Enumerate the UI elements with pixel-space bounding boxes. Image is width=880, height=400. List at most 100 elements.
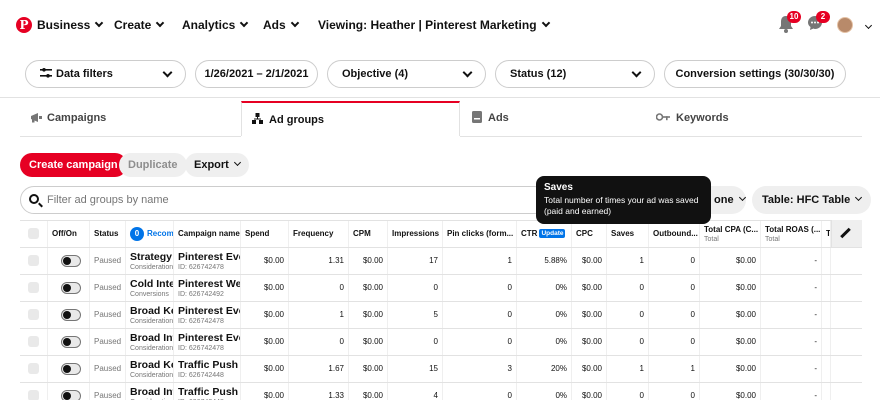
campaign-name-cell[interactable]: Traffic PushID: 626742448 (174, 383, 241, 400)
table-preset-dropdown[interactable]: Table: HFC Table (752, 186, 872, 214)
header-outbound[interactable]: Outbound... (649, 221, 700, 247)
date-range-picker[interactable]: 1/26/2021 – 2/1/2021 (195, 60, 318, 88)
campaign-name[interactable]: Traffic Push (178, 386, 238, 398)
nav-ads[interactable]: Ads (263, 18, 299, 32)
header-total-cpa[interactable]: Total CPA (C... Total (700, 221, 761, 247)
header-saves-label: Saves (611, 229, 635, 238)
table-row[interactable]: Paused Broad Int Consideration Pinterest Ev… (20, 329, 862, 356)
onoff-toggle[interactable] (61, 309, 81, 321)
ad-group-name[interactable]: Broad Ke (130, 305, 173, 317)
campaign-name-cell[interactable]: Pinterest Eve ID: 626742478 (174, 302, 241, 328)
onoff-toggle[interactable] (61, 255, 81, 267)
table-row[interactable]: Paused Broad Ke Consideration Traffic Push I… (20, 356, 862, 383)
row-select-cell (20, 302, 48, 328)
tab-keywords[interactable]: Keywords (655, 101, 862, 136)
export-button[interactable]: Export (185, 153, 249, 177)
create-campaign-button[interactable]: Create campaign (20, 153, 127, 177)
header-onoff[interactable]: Off/On (48, 221, 90, 247)
row-checkbox[interactable] (28, 336, 39, 347)
header-total-roas[interactable]: Total ROAS (... Total (761, 221, 822, 247)
campaign-name-cell[interactable]: Pinterest Eve ID: 626742478 (174, 329, 241, 355)
row-select-cell (20, 275, 48, 301)
campaign-id: ID: 626742492 (178, 291, 224, 298)
campaign-name-cell[interactable]: Pinterest We ID: 626742492 (174, 275, 241, 301)
pinterest-logo-icon[interactable]: P (16, 17, 32, 33)
header-ctr[interactable]: CTR Update (517, 221, 572, 247)
cell-ctr: 0% (517, 329, 572, 355)
campaign-name-cell[interactable]: Pinterest Eve ID: 626742478 (174, 248, 241, 274)
ad-group-name[interactable]: Broad Ke (130, 359, 173, 371)
ad-group-name-cell[interactable]: Broad IntConsideration (126, 383, 174, 400)
ad-group-name[interactable]: Cold Inte (130, 278, 173, 290)
ad-group-objective: Consideration (130, 318, 174, 325)
duplicate-button[interactable]: Duplicate (119, 153, 187, 177)
header-impressions[interactable]: Impressions (388, 221, 443, 247)
header-cpc[interactable]: CPC (572, 221, 607, 247)
campaign-name[interactable]: Pinterest Eve (178, 332, 240, 344)
cell-frequency: 0 (289, 329, 349, 355)
row-select-cell (20, 329, 48, 355)
header-extra[interactable]: T (822, 221, 831, 247)
row-checkbox[interactable] (28, 255, 39, 266)
cell-cpm: $0.00 (349, 275, 388, 301)
campaign-name[interactable]: Pinterest We (178, 278, 240, 290)
header-campaign-name[interactable]: Campaign name (174, 221, 241, 247)
nav-business[interactable]: Business (37, 18, 104, 32)
campaign-name-cell[interactable]: Traffic PushID: 626742448 (174, 356, 241, 382)
header-recommendations[interactable]: 0Recommendations (126, 221, 174, 247)
account-chevron-icon[interactable] (864, 21, 873, 30)
onoff-toggle[interactable] (61, 390, 81, 400)
header-ctr-label: CTR (521, 229, 538, 238)
ad-group-name-cell[interactable]: Broad Ke Consideration (126, 356, 174, 382)
table-row[interactable]: Paused Broad Ke Consideration Pinterest Eve… (20, 302, 862, 329)
header-cpm[interactable]: CPM (349, 221, 388, 247)
edit-columns-button[interactable] (831, 220, 862, 247)
campaign-name[interactable]: Pinterest Eve (178, 305, 240, 317)
data-filters-dropdown[interactable]: Data filters (25, 60, 186, 88)
row-extra-cell (822, 275, 831, 301)
table-row[interactable]: Paused Cold Inte Conversions Pinterest We ID… (20, 275, 862, 302)
cell-cpm: $0.00 (349, 329, 388, 355)
search-input[interactable] (47, 187, 527, 213)
onoff-toggle[interactable] (61, 282, 81, 294)
select-all-checkbox[interactable] (28, 228, 39, 239)
status-dropdown[interactable]: Status (12) (495, 60, 655, 88)
tab-ads[interactable]: Ads (472, 101, 642, 136)
ad-group-name-cell[interactable]: Cold Inte Conversions (126, 275, 174, 301)
row-checkbox[interactable] (28, 282, 39, 293)
ad-group-name-cell[interactable]: Broad IntConsideration (126, 329, 174, 355)
nav-analytics[interactable]: Analytics (182, 18, 249, 32)
row-checkbox[interactable] (28, 363, 39, 374)
cell-ctr: 0% (517, 302, 572, 328)
header-pin-clicks[interactable]: Pin clicks (form... (443, 221, 517, 247)
campaign-name[interactable]: Traffic Push (178, 359, 238, 371)
notifications-button[interactable]: 10 (778, 11, 801, 35)
cell-cpc: $0.00 (572, 275, 607, 301)
table-row[interactable]: PausedBroad IntConsiderationTraffic Push… (20, 383, 862, 400)
conversion-settings-button[interactable]: Conversion settings (30/30/30) (664, 60, 846, 88)
nav-viewing-account[interactable]: Viewing: Heather | Pinterest Marketing (318, 18, 550, 32)
objective-dropdown[interactable]: Objective (4) (327, 60, 486, 88)
onoff-toggle[interactable] (61, 336, 81, 348)
table-row[interactable]: Paused Strategy Consideration Pinterest Eve… (20, 248, 862, 275)
cell-total-roas: - (761, 302, 822, 328)
ad-group-name[interactable]: Broad Int (130, 332, 173, 344)
row-checkbox[interactable] (28, 309, 39, 320)
header-saves[interactable]: Saves (607, 221, 649, 247)
header-spend[interactable]: Spend (241, 221, 289, 247)
nav-create[interactable]: Create (114, 18, 165, 32)
ad-group-name-cell[interactable]: Strategy Consideration (126, 248, 174, 274)
messages-button[interactable]: 2 (807, 11, 830, 35)
tab-ad-groups[interactable]: Ad groups (241, 101, 460, 136)
header-frequency[interactable]: Frequency (289, 221, 349, 247)
ad-group-name[interactable]: Broad Int (130, 386, 173, 398)
objective-label: Objective (4) (342, 68, 409, 80)
ad-group-name[interactable]: Strategy (130, 251, 172, 263)
tab-campaigns[interactable]: Campaigns (30, 101, 240, 136)
campaign-name[interactable]: Pinterest Eve (178, 251, 240, 263)
ad-group-name-cell[interactable]: Broad Ke Consideration (126, 302, 174, 328)
avatar[interactable] (837, 17, 853, 33)
row-checkbox[interactable] (28, 390, 39, 400)
header-status[interactable]: Status (90, 221, 126, 247)
onoff-toggle[interactable] (61, 363, 81, 375)
